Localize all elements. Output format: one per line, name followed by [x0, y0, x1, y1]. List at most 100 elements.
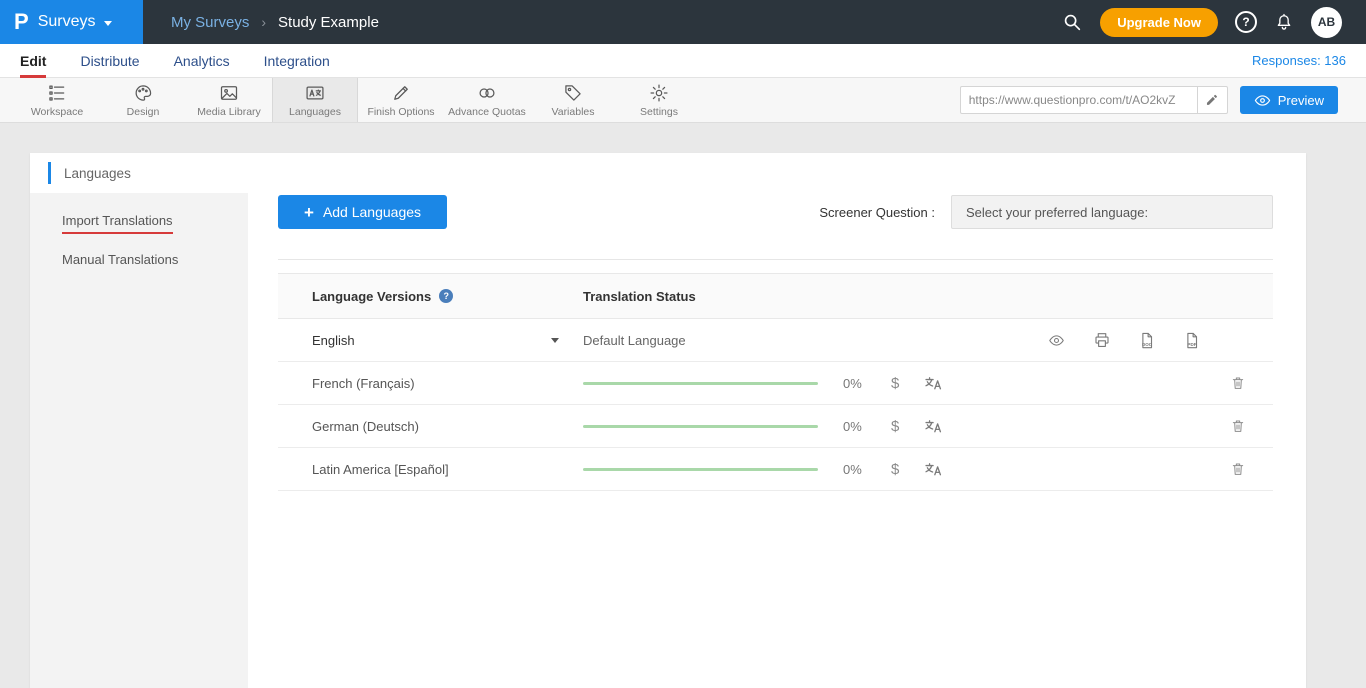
language-versions-label: Language Versions: [312, 289, 431, 304]
toolbar-item-design[interactable]: Design: [100, 78, 186, 122]
table-row-french: French (Français) 0% $: [278, 362, 1273, 405]
table-header: Language Versions ? Translation Status: [278, 273, 1273, 319]
sidebar-item-import-translations[interactable]: Import Translations: [30, 201, 248, 240]
toolbar-label: Design: [127, 106, 160, 118]
export-pdf-icon[interactable]: PDF: [1183, 331, 1201, 350]
column-translation-status: Translation Status: [583, 289, 1273, 304]
sidebar-languages-label: Languages: [64, 166, 131, 181]
add-languages-button[interactable]: + Add Languages: [278, 195, 447, 229]
toolbar-item-variables[interactable]: Variables: [530, 78, 616, 122]
paid-translation-icon[interactable]: $: [891, 375, 899, 392]
trash-icon: [1230, 460, 1246, 478]
paid-translation-icon[interactable]: $: [891, 461, 899, 478]
help-button[interactable]: ?: [1235, 11, 1257, 33]
languages-panel: + Add Languages Screener Question : Sele…: [248, 153, 1306, 688]
edit-toolbar: Workspace Design Media Library Languages…: [0, 78, 1366, 123]
pdf-text: PDF: [1188, 341, 1197, 346]
column-language-versions: Language Versions ?: [278, 289, 583, 304]
preview-button[interactable]: Preview: [1240, 86, 1338, 114]
delete-language-button[interactable]: [1230, 417, 1246, 435]
delete-language-button[interactable]: [1230, 460, 1246, 478]
tab-analytics[interactable]: Analytics: [174, 44, 230, 78]
screener-question-label: Screener Question :: [819, 205, 935, 220]
breadcrumb-current-survey: Study Example: [278, 14, 379, 31]
user-avatar[interactable]: AB: [1311, 7, 1342, 38]
edit-url-button[interactable]: [1197, 87, 1227, 113]
preview-label: Preview: [1278, 93, 1324, 108]
product-menu-label: Surveys: [38, 13, 96, 31]
screener-question-select[interactable]: Select your preferred language:: [951, 195, 1273, 229]
trash-icon: [1230, 417, 1246, 435]
language-status-cell: 0% $: [583, 460, 1273, 478]
plus-icon: +: [304, 204, 314, 221]
table-row-german: German (Deutsch) 0% $: [278, 405, 1273, 448]
toolbar-item-media-library[interactable]: Media Library: [186, 78, 272, 122]
screener-selected-value: Select your preferred language:: [966, 205, 1148, 220]
toolbar-item-finish-options[interactable]: Finish Options: [358, 78, 444, 122]
language-name-cell: German (Deutsch): [278, 419, 583, 434]
toolbar-label: Media Library: [197, 106, 261, 118]
breadcrumb-separator: ›: [261, 14, 266, 30]
language-name-cell: Latin America [Español]: [278, 462, 583, 477]
auto-translate-button[interactable]: [923, 375, 944, 392]
breadcrumb-my-surveys[interactable]: My Surveys: [171, 14, 249, 31]
page-content: Languages Import Translations Manual Tra…: [0, 123, 1366, 688]
survey-url-box: [960, 86, 1228, 114]
tab-integration[interactable]: Integration: [264, 44, 330, 78]
panel-divider: [278, 259, 1273, 260]
questionpro-logo: P: [14, 11, 29, 33]
sidebar-item-manual-translations[interactable]: Manual Translations: [30, 240, 248, 279]
table-row-default-language: English Default Language D: [278, 319, 1273, 362]
translation-percent: 0%: [843, 419, 869, 434]
topbar-actions: Upgrade Now ? AB: [1061, 7, 1366, 38]
translate-icon: [923, 461, 944, 478]
default-language-name: English: [312, 333, 355, 348]
help-icon: ?: [1242, 15, 1249, 29]
design-palette-icon: [133, 83, 153, 103]
export-doc-icon[interactable]: DOC: [1138, 331, 1156, 350]
translation-progress-bar: [583, 382, 818, 385]
question-mark-icon: ?: [443, 291, 449, 301]
default-language-dropdown[interactable]: English: [278, 333, 583, 348]
topbar: P Surveys My Surveys › Study Example Upg…: [0, 0, 1366, 44]
tab-edit[interactable]: Edit: [20, 44, 46, 78]
toolbar-label: Settings: [640, 106, 678, 118]
toolbar-right: Preview: [960, 78, 1366, 122]
responses-count-link[interactable]: Responses: 136: [1252, 53, 1346, 68]
sidebar-item-languages[interactable]: Languages: [30, 153, 248, 193]
search-icon: [1061, 11, 1083, 33]
delete-language-button[interactable]: [1230, 374, 1246, 392]
toolbar-item-advance-quotas[interactable]: Advance Quotas: [444, 78, 530, 122]
default-language-status: Default Language: [583, 333, 686, 348]
languages-card: Languages Import Translations Manual Tra…: [30, 153, 1306, 688]
panel-top-row: + Add Languages Screener Question : Sele…: [278, 195, 1273, 229]
auto-translate-button[interactable]: [923, 461, 944, 478]
translation-percent: 0%: [843, 376, 869, 391]
toolbar-item-languages[interactable]: Languages: [272, 78, 358, 122]
toolbar-item-settings[interactable]: Settings: [616, 78, 702, 122]
default-language-status-cell: Default Language DOC: [583, 331, 1273, 350]
surveys-product-menu[interactable]: P Surveys: [0, 0, 143, 44]
variables-tag-icon: [563, 83, 583, 103]
toolbar-item-workspace[interactable]: Workspace: [14, 78, 100, 122]
auto-translate-button[interactable]: [923, 418, 944, 435]
paid-translation-icon[interactable]: $: [891, 418, 899, 435]
sidebar-body: Import Translations Manual Translations: [30, 193, 248, 688]
upgrade-now-button[interactable]: Upgrade Now: [1100, 8, 1218, 37]
bell-icon: [1274, 12, 1294, 32]
translation-progress-bar: [583, 425, 818, 428]
survey-url-input[interactable]: [961, 93, 1197, 107]
language-status-cell: 0% $: [583, 374, 1273, 392]
language-name: French (Français): [312, 376, 415, 391]
notifications-button[interactable]: [1274, 12, 1294, 32]
search-button[interactable]: [1061, 11, 1083, 33]
tab-distribute[interactable]: Distribute: [80, 44, 139, 78]
help-tooltip-button[interactable]: ?: [439, 289, 453, 303]
view-eye-icon[interactable]: [1047, 332, 1066, 349]
translate-icon: [923, 418, 944, 435]
toolbar-label: Variables: [552, 106, 595, 118]
breadcrumb: My Surveys › Study Example: [171, 14, 379, 31]
preview-eye-icon: [1254, 93, 1271, 108]
print-icon[interactable]: [1093, 331, 1111, 349]
pencil-icon: [1205, 93, 1219, 107]
